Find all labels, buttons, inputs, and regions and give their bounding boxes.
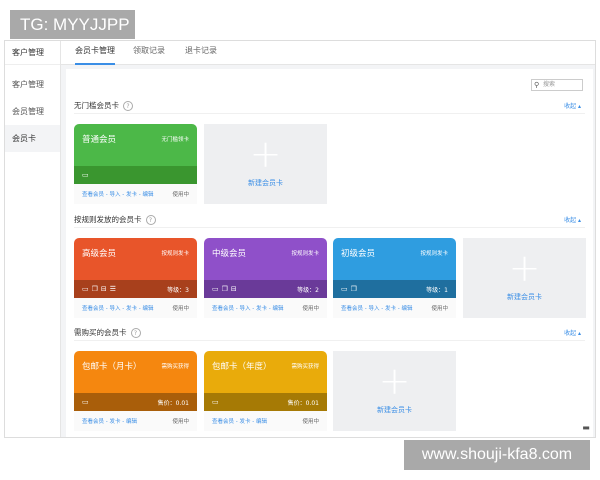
divider (74, 227, 585, 228)
copy-icon[interactable]: ❐ (92, 285, 98, 293)
card-type: 需购买获得 (161, 364, 189, 370)
card-type: 按规则发卡 (161, 251, 189, 257)
card-type: 需购买获得 (291, 364, 319, 370)
plus-icon: + (249, 132, 282, 176)
tab-bar: 会员卡管理 领取记录 退卡记录 (61, 41, 595, 65)
sidebar-item-members[interactable]: 会员管理 (5, 98, 60, 125)
card-name: 高级会员 (82, 249, 117, 259)
tab-claim-records[interactable]: 领取记录 (133, 41, 165, 65)
card-info: 等级：3 (167, 286, 189, 294)
card-actions[interactable]: 查看会员 - 导入 - 发卡 - 编辑 (82, 304, 153, 312)
sidebar-header: 客户管理 (5, 41, 60, 65)
copy-icon[interactable]: ❐ (222, 285, 228, 293)
help-icon[interactable]: ? (130, 328, 141, 338)
search-input[interactable]: ⚲ 搜索 (531, 79, 583, 91)
card-status: 使用中 (172, 419, 189, 425)
card-name: 包邮卡（年度） (212, 362, 272, 372)
member-card[interactable]: 包邮卡（年度） 需购买获得 ▭ 售价：0.01 查看会员 - 发卡 - 编辑 使用中 (204, 351, 327, 431)
divider (74, 113, 585, 114)
card-name: 中级会员 (212, 249, 247, 259)
member-card[interactable]: 普通会员 无门槛领卡 ▭ 查看会员 - 导入 - 发卡 - 编辑 使用中 (74, 124, 197, 204)
plus-icon: + (378, 359, 411, 403)
chat-icon[interactable]: ▬ (579, 423, 593, 435)
card-actions[interactable]: 查看会员 - 导入 - 发卡 - 编辑 (212, 304, 283, 312)
watermark-bottom: www.shouji-kfa8.com (404, 440, 590, 470)
card-info: 售价：0.01 (287, 399, 319, 407)
member-card[interactable]: 中级会员 按规则发卡 ▭ ❐ ⊟ 等级：2 查看会员 - 导入 - 发卡 - 编辑 使用中 (204, 238, 327, 318)
app-window: 客户管理 客户管理 会员管理 会员卡 会员卡管理 领取记录 退卡记录 ⚲ 搜索 无… (4, 40, 596, 438)
card-type: 按规则发卡 (420, 251, 448, 257)
new-card-button[interactable]: + 新建会员卡 (204, 124, 327, 204)
card-actions[interactable]: 查看会员 - 发卡 - 编辑 (212, 417, 267, 425)
tab-return-records[interactable]: 退卡记录 (185, 41, 217, 65)
member-card[interactable]: 包邮卡（月卡） 需购买获得 ▭ 售价：0.01 查看会员 - 发卡 - 编辑 使用中 (74, 351, 197, 431)
content-panel: ⚲ 搜索 无门槛会员卡? 收起 ▴ 普通会员 无门槛领卡 ▭ 查看会员 - 导入 -… (66, 69, 593, 437)
calendar-icon[interactable]: ▭ (82, 285, 89, 293)
calendar-icon[interactable]: ▭ (212, 285, 219, 293)
sidebar: 客户管理 客户管理 会员管理 会员卡 (5, 41, 61, 437)
card-actions[interactable]: 查看会员 - 导入 - 发卡 - 编辑 (341, 304, 412, 312)
member-card[interactable]: 高级会员 按规则发卡 ▭ ❐ ⊟ ☰ 等级：3 查看会员 - 导入 - 发卡 - 编辑 使用… (74, 238, 197, 318)
list-icon[interactable]: ☰ (110, 285, 116, 293)
tab-card-management[interactable]: 会员卡管理 (75, 41, 115, 65)
gift-icon[interactable]: ⊟ (101, 285, 107, 293)
card-status: 使用中 (172, 306, 189, 312)
card-info: 等级：2 (297, 286, 319, 294)
calendar-icon[interactable]: ▭ (82, 398, 89, 406)
collapse-link[interactable]: 收起 ▴ (564, 101, 581, 110)
card-status: 使用中 (302, 419, 319, 425)
gift-icon[interactable]: ⊟ (231, 285, 237, 293)
calendar-icon[interactable]: ▭ (82, 171, 89, 179)
card-status: 使用中 (431, 306, 448, 312)
calendar-icon[interactable]: ▭ (212, 398, 219, 406)
card-status: 使用中 (172, 192, 189, 198)
section-title: 按规则发放的会员卡? (74, 214, 156, 225)
member-card[interactable]: 初级会员 按规则发卡 ▭ ❐ 等级：1 查看会员 - 导入 - 发卡 - 编辑 使用中 (333, 238, 456, 318)
card-info: 等级：1 (426, 286, 448, 294)
section-title: 需购买的会员卡? (74, 327, 141, 338)
card-type: 无门槛领卡 (161, 137, 189, 143)
sidebar-item-customers[interactable]: 客户管理 (5, 71, 60, 98)
plus-icon: + (508, 246, 541, 290)
card-name: 包邮卡（月卡） (82, 362, 142, 372)
sidebar-item-member-cards[interactable]: 会员卡 (5, 125, 60, 152)
card-actions[interactable]: 查看会员 - 导入 - 发卡 - 编辑 (82, 190, 153, 198)
section-title: 无门槛会员卡? (74, 100, 133, 111)
copy-icon[interactable]: ❐ (351, 285, 357, 293)
calendar-icon[interactable]: ▭ (341, 285, 348, 293)
card-name: 初级会员 (341, 249, 376, 259)
card-name: 普通会员 (82, 135, 117, 145)
card-type: 按规则发卡 (291, 251, 319, 257)
divider (74, 340, 585, 341)
search-icon: ⚲ (534, 81, 540, 89)
collapse-link[interactable]: 收起 ▴ (564, 328, 581, 337)
help-icon[interactable]: ? (145, 215, 156, 225)
card-info: 售价：0.01 (157, 399, 189, 407)
new-card-button[interactable]: + 新建会员卡 (333, 351, 456, 431)
help-icon[interactable]: ? (123, 101, 133, 111)
watermark-top: TG: MYYJJPP (10, 10, 135, 39)
new-card-button[interactable]: + 新建会员卡 (463, 238, 586, 318)
card-actions[interactable]: 查看会员 - 发卡 - 编辑 (82, 417, 137, 425)
card-status: 使用中 (302, 306, 319, 312)
collapse-link[interactable]: 收起 ▴ (564, 215, 581, 224)
